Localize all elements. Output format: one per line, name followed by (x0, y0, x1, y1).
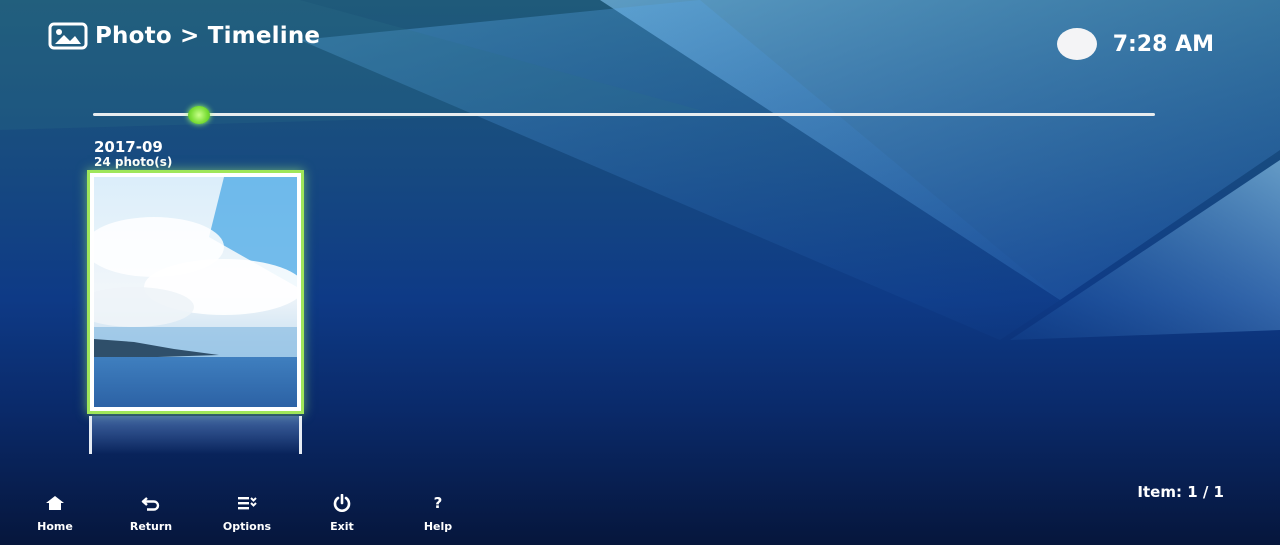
options-icon (237, 494, 257, 512)
item-counter: Item: 1 / 1 (1137, 483, 1224, 501)
home-icon (45, 494, 65, 512)
home-label: Home (37, 520, 73, 533)
home-button[interactable]: Home (20, 494, 90, 533)
thumbnail-reflection (89, 416, 302, 454)
help-label: Help (423, 520, 453, 533)
clock-icon (1056, 28, 1097, 60)
clock-time: 7:28 AM (1112, 31, 1214, 57)
return-icon (141, 494, 161, 512)
return-label: Return (129, 520, 173, 533)
photo-thumbnail[interactable] (87, 170, 304, 414)
options-label: Options (222, 520, 272, 533)
clock: 7:28 AM (1056, 28, 1214, 60)
thumbnail-image (94, 177, 297, 407)
timeline-track[interactable] (93, 113, 1155, 116)
help-icon: ? (433, 494, 443, 512)
photo-icon (48, 22, 88, 50)
help-button[interactable]: ? Help (403, 494, 473, 533)
breadcrumb-text: Photo > Timeline (95, 23, 321, 49)
exit-button[interactable]: Exit (307, 494, 377, 533)
photo-timeline-screen: Photo > Timeline 7:28 AM 2017-09 24 phot… (0, 0, 1280, 545)
breadcrumb: Photo > Timeline (48, 20, 320, 52)
exit-label: Exit (330, 520, 354, 533)
options-button[interactable]: Options (212, 494, 282, 533)
return-button[interactable]: Return (116, 494, 186, 533)
power-icon (332, 494, 352, 512)
group-date: 2017-09 (94, 138, 163, 156)
group-photo-count: 24 photo(s) (94, 155, 173, 169)
